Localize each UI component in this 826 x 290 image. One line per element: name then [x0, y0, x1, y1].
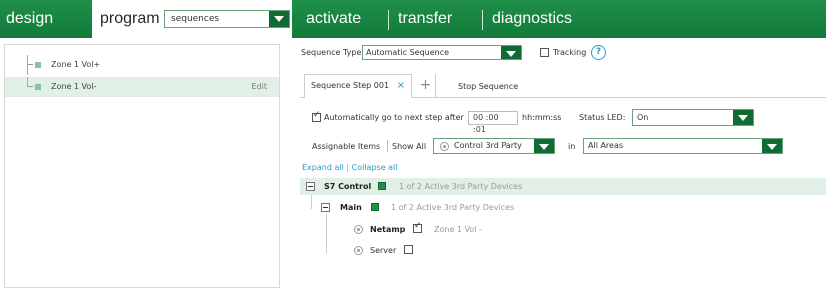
active-indicator-icon — [378, 182, 386, 190]
main-label: Main — [340, 203, 362, 212]
program-mode-value: sequences — [171, 14, 220, 24]
tab-sequence-step-001[interactable]: Sequence Step 001 × — [304, 74, 412, 98]
nav-transfer[interactable]: transfer — [398, 0, 452, 38]
status-led-value: On — [637, 113, 649, 122]
expand-all-link[interactable]: Expand all — [302, 163, 344, 172]
tree-line — [27, 55, 28, 75]
active-indicator-icon — [371, 203, 379, 211]
sequence-list-panel: Zone 1 Vol+ Zone 1 Vol- Edit — [4, 44, 280, 288]
link-divider: | — [346, 163, 350, 172]
status-led-select[interactable]: On — [632, 109, 754, 126]
in-label: in — [568, 142, 576, 151]
tree-line — [27, 64, 33, 65]
expand-arrow-icon[interactable] — [354, 246, 363, 255]
assignable-items-label: Assignable Items — [312, 142, 381, 151]
chevron-down-icon — [733, 110, 753, 125]
tree-line — [326, 214, 327, 254]
status-led-label: Status LED: — [579, 113, 626, 122]
server-label: Server — [370, 246, 397, 255]
sequence-icon — [35, 84, 41, 90]
netamp-checkbox[interactable] — [413, 221, 422, 233]
sequence-type-label: Sequence Type — [301, 48, 362, 57]
assignable-filter-value: Control 3rd Party — [454, 141, 522, 150]
main-count: 1 of 2 Active 3rd Party Devices — [391, 203, 515, 212]
nav-divider — [388, 10, 389, 30]
tree-line — [27, 86, 33, 87]
chevron-down-icon — [762, 139, 782, 153]
radio-icon — [440, 142, 449, 151]
chevron-down-icon — [501, 46, 521, 59]
time-unit-label: hh:mm:ss — [522, 113, 562, 122]
sequence-icon — [35, 62, 41, 68]
sequence-type-select[interactable]: Automatic Sequence — [362, 45, 522, 60]
divider — [387, 140, 388, 152]
area-value: All Areas — [588, 141, 624, 150]
list-item-zone-1-vol-up[interactable]: Zone 1 Vol+ — [5, 55, 279, 75]
stop-sequence-tab[interactable]: Stop Sequence — [458, 82, 518, 91]
collapse-toggle[interactable] — [321, 203, 330, 212]
collapse-all-link[interactable]: Collapse all — [352, 163, 398, 172]
server-checkbox[interactable] — [404, 245, 413, 254]
program-mode-select[interactable]: sequences — [164, 10, 290, 28]
collapse-toggle[interactable] — [306, 182, 315, 191]
nav-activate[interactable]: activate — [306, 0, 361, 38]
list-item-label: Zone 1 Vol- — [51, 82, 97, 91]
nav-program-label: program — [100, 10, 160, 27]
auto-next-step-label: Automatically go to next step after — [324, 113, 464, 122]
tree-line — [311, 195, 312, 209]
auto-next-step-checkbox[interactable] — [312, 110, 321, 122]
nav-divider — [482, 10, 483, 30]
tracking-checkbox[interactable] — [540, 48, 549, 57]
netamp-label: Netamp — [370, 225, 406, 234]
tracking-label: Tracking — [553, 48, 587, 57]
show-all-link[interactable]: Show All — [392, 142, 426, 151]
s7-control-label: S7 Control — [324, 182, 372, 191]
nav-design[interactable]: design — [6, 0, 53, 38]
expand-arrow-icon[interactable] — [354, 225, 363, 234]
assignable-filter-select[interactable]: Control 3rd Party — [433, 138, 555, 154]
chevron-down-icon — [534, 139, 554, 153]
close-icon[interactable]: × — [397, 75, 405, 97]
list-item-zone-1-vol-down[interactable]: Zone 1 Vol- Edit — [5, 77, 279, 97]
area-select[interactable]: All Areas — [583, 138, 783, 154]
tab-label: Sequence Step 001 — [311, 81, 390, 90]
sequence-type-value: Automatic Sequence — [366, 48, 450, 57]
edit-link[interactable]: Edit — [252, 77, 268, 97]
chevron-down-icon — [269, 11, 289, 27]
step-delay-input[interactable]: 00 :00 :01 — [468, 111, 518, 134]
add-step-button[interactable]: + — [416, 74, 436, 98]
expand-collapse-links: Expand all | Collapse all — [302, 163, 398, 172]
s7-control-count: 1 of 2 Active 3rd Party Devices — [399, 182, 523, 191]
list-item-label: Zone 1 Vol+ — [51, 60, 101, 69]
help-icon[interactable]: ? — [591, 45, 606, 60]
nav-diagnostics[interactable]: diagnostics — [492, 0, 572, 38]
netamp-value: Zone 1 Vol - — [434, 225, 482, 234]
